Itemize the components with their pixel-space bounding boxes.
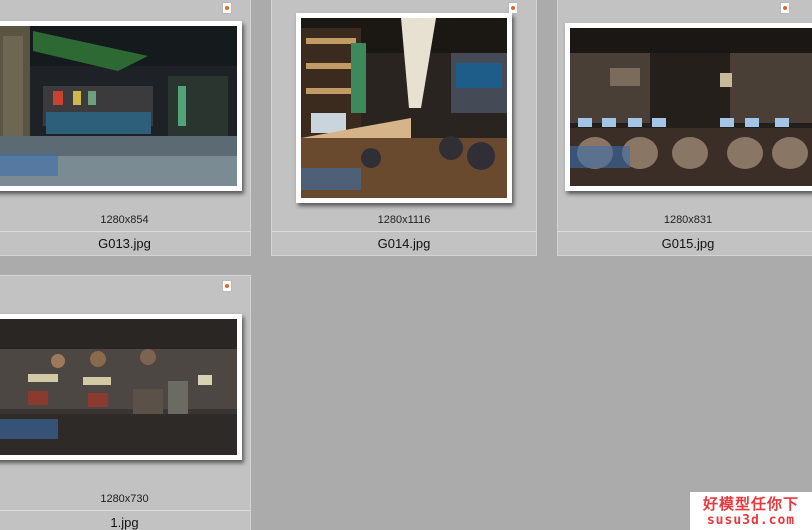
image-thumbnail bbox=[0, 319, 237, 455]
image-thumbnail bbox=[301, 18, 507, 198]
file-tile-g015[interactable]: 1280x831 G015.jpg bbox=[557, 0, 812, 256]
file-tile-g014[interactable]: 1280x1116 G014.jpg bbox=[271, 0, 537, 256]
tile-divider bbox=[558, 231, 812, 232]
tile-divider bbox=[272, 231, 536, 232]
image-dimensions: 1280x730 bbox=[100, 493, 149, 505]
thumbnail-frame bbox=[565, 23, 812, 191]
image-dimensions: 1280x1116 bbox=[377, 214, 431, 226]
file-name: G013.jpg bbox=[98, 236, 151, 251]
thumbnail-frame bbox=[296, 13, 512, 203]
image-thumbnail bbox=[0, 26, 237, 186]
tile-divider bbox=[0, 231, 250, 232]
file-name: 1.jpg bbox=[110, 515, 139, 530]
image-thumbnail bbox=[570, 28, 812, 186]
image-file-icon bbox=[222, 280, 232, 292]
file-name: G014.jpg bbox=[377, 236, 431, 251]
image-file-icon bbox=[780, 2, 790, 14]
tile-divider bbox=[0, 510, 250, 511]
image-file-icon bbox=[222, 2, 232, 14]
site-watermark: 好模型任你下 susu3d.com bbox=[690, 492, 812, 530]
thumbnail-frame bbox=[0, 21, 242, 191]
image-dimensions: 1280x831 bbox=[663, 214, 713, 226]
file-tile-g013[interactable]: 1280x854 G013.jpg bbox=[0, 0, 251, 256]
watermark-url: susu3d.com bbox=[706, 513, 796, 528]
file-tile-1[interactable]: 1280x730 1.jpg bbox=[0, 275, 251, 530]
thumbnail-frame bbox=[0, 314, 242, 460]
watermark-slogan: 好模型任你下 bbox=[702, 495, 799, 513]
image-dimensions: 1280x854 bbox=[100, 214, 149, 226]
file-browser-view: 1280x854 G013.jpg 1280x1116 G014.jpg 128… bbox=[0, 0, 812, 530]
file-name: G015.jpg bbox=[661, 236, 715, 251]
